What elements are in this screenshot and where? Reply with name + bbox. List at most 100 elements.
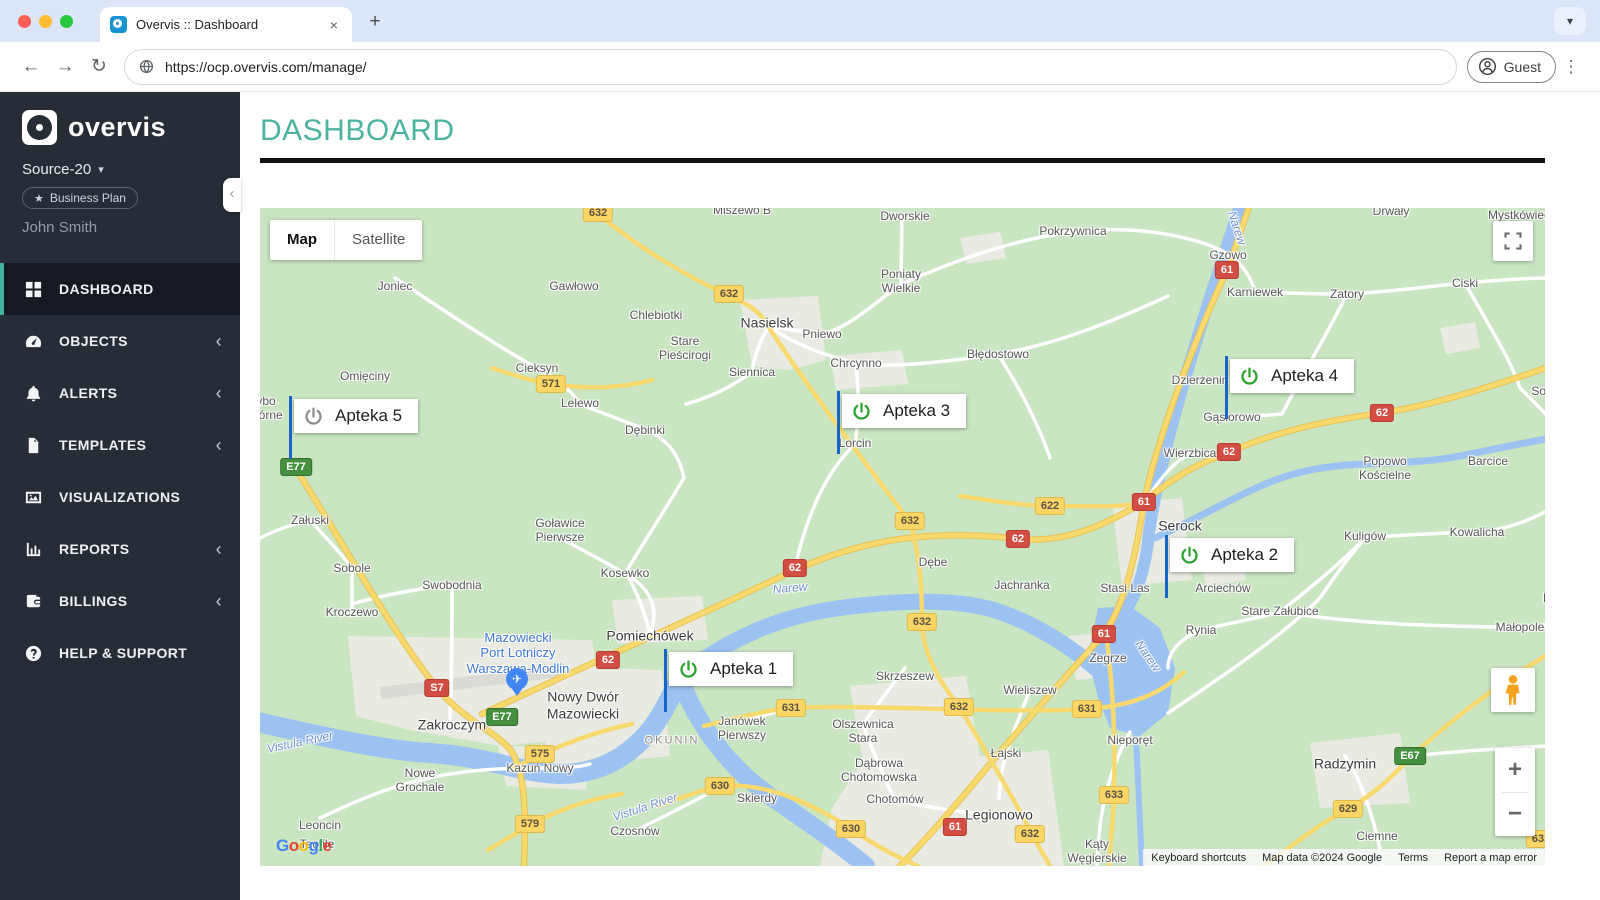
profile-button[interactable]: Guest [1466,50,1556,83]
pegman-button[interactable] [1491,668,1535,712]
attribution-keyboard-shortcuts[interactable]: Keyboard shortcuts [1143,852,1254,864]
attribution-map-data-2024-google: Map data ©2024 Google [1262,851,1383,864]
map-view-button[interactable]: Map [270,220,334,260]
chevron-left-icon: ‹ [215,434,222,455]
attribution-report-a-map-error[interactable]: Report a map error [1436,852,1545,864]
sidebar-item-alerts[interactable]: ALERTS ‹ [0,367,240,419]
maximize-window-button[interactable] [60,15,73,28]
marker-leader-line [1225,356,1228,419]
google-logo[interactable]: Google [276,836,332,856]
browser-tab-strip: Overvis :: Dashboard × + ▾ [0,0,1600,42]
bell-icon [24,383,44,403]
sidebar-collapse-button[interactable]: ‹ [223,178,241,212]
overvis-logo-icon [22,110,57,145]
map-attribution: Keyboard shortcuts Map data ©2024 Google T… [1143,849,1545,866]
sidebar-item-label: HELP & SUPPORT [59,645,188,661]
zoom-out-button[interactable]: − [1495,793,1535,837]
wallet-icon [24,591,44,611]
browser-tab[interactable]: Overvis :: Dashboard × [100,7,352,42]
file-icon [24,435,44,455]
sidebar-item-objects[interactable]: OBJECTS ‹ [0,315,240,367]
satellite-view-button[interactable]: Satellite [334,220,422,260]
sidebar-item-label: BILLINGS [59,593,128,609]
chevron-down-icon: ▾ [98,164,104,176]
marker-leader-line [837,391,840,454]
profile-label: Guest [1503,58,1541,75]
sidebar-item-label: TEMPLATES [59,437,147,453]
zoom-control: + − [1495,748,1535,836]
power-icon [678,659,699,680]
marker-label: Apteka 5 [335,406,403,425]
chevron-left-icon: ‹ [215,382,222,403]
sidebar-item-label: ALERTS [59,385,118,401]
image-icon [24,487,44,507]
power-icon [851,401,872,422]
sidebar-item-label: REPORTS [59,541,130,557]
sidebar-nav: DASHBOARD OBJECTS ‹ ALERTS ‹ TEMPLATES ‹ VISUAL… [0,263,240,679]
marker-label-box[interactable]: Apteka 5 [294,399,419,433]
sidebar-item-dashboard[interactable]: DASHBOARD [0,263,240,315]
source-selector[interactable]: Source-20 ▾ [0,159,240,178]
avatar-icon [1478,57,1496,76]
window-controls [18,15,73,28]
marker-label-box[interactable]: Apteka 3 [842,394,967,428]
sidebar-item-help-support[interactable]: HELP & SUPPORT [0,627,240,679]
close-window-button[interactable] [18,15,31,28]
overvis-favicon [110,16,127,33]
forward-button[interactable]: → [48,50,82,84]
map-type-control: Map Satellite [270,220,423,260]
fullscreen-icon [1504,232,1522,250]
star-icon: ★ [34,192,44,205]
map-markers-layer: Apteka 1 Apteka 2 Apteka 3 Apteka 4 Apteka 5 [260,208,1545,866]
main-content: DASHBOARD Miszewo B Dworskie Pokrzywnica… [240,92,1600,900]
sidebar-item-label: VISUALIZATIONS [59,489,181,505]
overvis-logo: overvis [0,92,240,159]
marker-label: Apteka 3 [883,401,951,420]
tab-close-icon[interactable]: × [326,15,342,35]
grid-icon [24,279,44,299]
browser-toolbar: ← → ↻ https://ocp.overvis.com/manage/ Gu… [0,42,1600,92]
url-text: https://ocp.overvis.com/manage/ [165,58,367,75]
marker-leader-line [664,649,667,712]
sidebar: overvis Source-20 ▾ ★ Business Plan John… [0,92,240,900]
pegman-icon [1505,675,1520,705]
title-divider [260,158,1545,163]
marker-leader-line [289,396,292,459]
sidebar-item-label: OBJECTS [59,333,128,349]
sidebar-item-billings[interactable]: BILLINGS ‹ [0,575,240,627]
back-button[interactable]: ← [14,50,48,84]
overvis-logo-text: overvis [68,112,167,142]
plan-badge: ★ Business Plan [22,187,138,209]
tab-search-chevron-icon[interactable]: ▾ [1554,7,1586,35]
chevron-left-icon: ‹ [215,590,222,611]
fullscreen-button[interactable] [1493,221,1533,261]
browser-menu-icon[interactable]: ⋮ [1556,57,1586,77]
map-canvas[interactable]: Miszewo B Dworskie Pokrzywnica Drwały Mystkó… [260,208,1545,866]
power-icon [303,406,324,427]
tab-title: Overvis :: Dashboard [136,17,259,32]
marker-label: Apteka 1 [710,659,778,678]
globe-icon [139,59,154,74]
user-name: John Smith [22,219,98,236]
minimize-window-button[interactable] [39,15,52,28]
marker-leader-line [1165,535,1168,598]
sidebar-item-label: DASHBOARD [59,281,154,297]
page-title: DASHBOARD [260,114,455,147]
help-icon [24,643,44,663]
sidebar-item-reports[interactable]: REPORTS ‹ [0,523,240,575]
marker-label-box[interactable]: Apteka 2 [1170,538,1295,572]
gauge-icon [24,331,44,351]
new-tab-button[interactable]: + [362,9,388,35]
sidebar-item-templates[interactable]: TEMPLATES ‹ [0,419,240,471]
chart-icon [24,539,44,559]
zoom-in-button[interactable]: + [1495,748,1535,792]
attribution-terms[interactable]: Terms [1390,852,1436,864]
chevron-left-icon: ‹ [215,330,222,351]
address-bar[interactable]: https://ocp.overvis.com/manage/ [124,48,1457,85]
reload-button[interactable]: ↻ [82,50,116,84]
sidebar-item-visualizations[interactable]: VISUALIZATIONS [0,471,240,523]
marker-label-box[interactable]: Apteka 1 [669,652,794,686]
power-icon [1239,366,1260,387]
marker-label-box[interactable]: Apteka 4 [1230,359,1355,393]
marker-label: Apteka 4 [1271,366,1339,385]
